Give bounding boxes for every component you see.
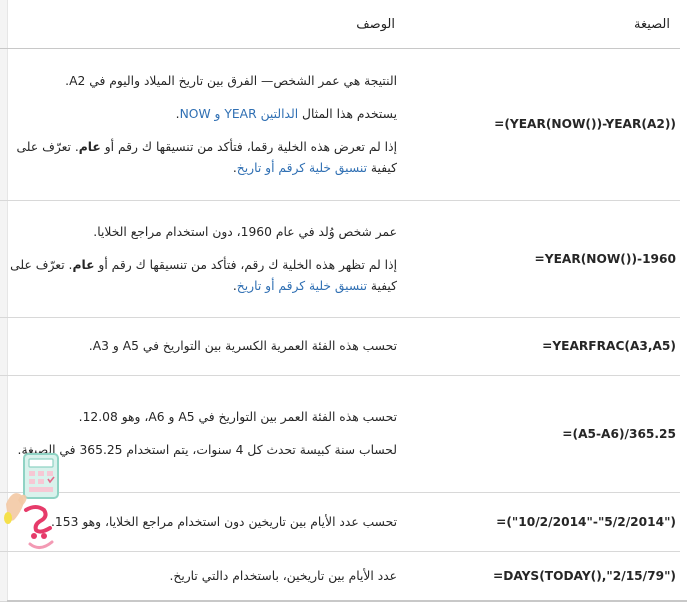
formula-cell: =YEARFRAC(A3,A5) xyxy=(403,317,680,376)
formula-cell: =("10/2/2014"-"5/2/2014") xyxy=(403,492,680,552)
description-text: النتيجة هي عمر الشخص— الفرق بين تاريخ ال… xyxy=(65,73,397,88)
description-paragraph: تحسب هذه الفئة العمرية الكسرية بين التوا… xyxy=(0,336,397,357)
description-text: إذا لم تعرض هذه الخلية رقما، فتأكد من تن… xyxy=(100,139,397,154)
page: الصيغة الوصف =(YEAR(NOW())-YEAR(A2)) الن… xyxy=(0,0,687,602)
table-row: =(A5-A6)/365.25 تحسب هذه الفئة العمر بين… xyxy=(0,375,680,493)
header-formula: الصيغة xyxy=(403,0,680,49)
year-now-functions-link[interactable]: الدالتين YEAR و NOW xyxy=(180,107,299,121)
description-cell: تحسب عدد الأيام بين تاريخين دون استخدام … xyxy=(0,492,403,552)
description-paragraph: تحسب عدد الأيام بين تاريخين دون استخدام … xyxy=(0,512,397,533)
formula-table: الصيغة الوصف =(YEAR(NOW())-YEAR(A2)) الن… xyxy=(0,0,680,602)
description-paragraph: عمر شخص وُلد في عام 1960، دون استخدام مر… xyxy=(0,222,397,243)
table-header-row: الصيغة الوصف xyxy=(0,0,680,49)
description-text: تحسب هذه الفئة العمر بين التواريخ في A5 … xyxy=(78,410,397,424)
general-format-bold: عام xyxy=(78,139,101,154)
description-cell: تحسب هذه الفئة العمرية الكسرية بين التوا… xyxy=(0,317,403,376)
table-row: =("10/2/2014"-"5/2/2014") تحسب عدد الأيا… xyxy=(0,492,680,552)
description-cell: عدد الأيام بين تاريخين، باستخدام دالتي ت… xyxy=(0,551,403,602)
formula-text: =YEARFRAC(A3,A5) xyxy=(542,339,676,353)
description-text: يستخدم هذا المثال xyxy=(298,106,397,121)
formula-cell: =DAYS(TODAY(),"2/15/79") xyxy=(403,551,680,602)
description-text: عمر شخص وُلد في عام 1960، دون استخدام مر… xyxy=(93,224,397,239)
description-text: تحسب هذه الفئة العمرية الكسرية بين التوا… xyxy=(88,339,397,353)
description-paragraph: يستخدم هذا المثال الدالتين YEAR و NOW. xyxy=(0,104,397,125)
header-description: الوصف xyxy=(0,0,403,49)
formula-cell: =YEAR(NOW())-1960 xyxy=(403,200,680,318)
table-row: =YEAR(NOW())-1960 عمر شخص وُلد في عام 19… xyxy=(0,200,680,318)
description-paragraph: تحسب هذه الفئة العمر بين التواريخ في A5 … xyxy=(0,407,397,428)
description-text: إذا لم تظهر هذه الخلية ك رقم، فتأكد من ت… xyxy=(94,257,397,272)
formula-cell: =(YEAR(NOW())-YEAR(A2)) xyxy=(403,48,680,201)
description-text: تحسب عدد الأيام بين تاريخين دون استخدام … xyxy=(51,514,397,529)
formula-text: =("10/2/2014"-"5/2/2014") xyxy=(496,514,676,529)
description-paragraph: لحساب سنة كبيسة تحدث كل 4 سنوات، يتم است… xyxy=(0,440,397,461)
description-cell: عمر شخص وُلد في عام 1960، دون استخدام مر… xyxy=(0,200,403,318)
description-text: لحساب سنة كبيسة تحدث كل 4 سنوات، يتم است… xyxy=(17,443,397,457)
description-cell: النتيجة هي عمر الشخص— الفرق بين تاريخ ال… xyxy=(0,48,403,201)
formula-text: =YEAR(NOW())-1960 xyxy=(534,251,676,266)
description-cell: تحسب هذه الفئة العمر بين التواريخ في A5 … xyxy=(0,375,403,493)
description-text: عدد الأيام بين تاريخين، باستخدام دالتي ت… xyxy=(169,569,397,583)
table-row: =DAYS(TODAY(),"2/15/79") عدد الأيام بين … xyxy=(0,551,680,602)
description-paragraph: النتيجة هي عمر الشخص— الفرق بين تاريخ ال… xyxy=(0,71,397,92)
formula-text: =DAYS(TODAY(),"2/15/79") xyxy=(493,569,676,583)
general-format-bold: عام xyxy=(72,257,95,272)
formula-cell: =(A5-A6)/365.25 xyxy=(403,375,680,493)
table-row: =YEARFRAC(A3,A5) تحسب هذه الفئة العمرية … xyxy=(0,317,680,376)
description-paragraph: عدد الأيام بين تاريخين، باستخدام دالتي ت… xyxy=(0,566,397,587)
description-paragraph: إذا لم تظهر هذه الخلية ك رقم، فتأكد من ت… xyxy=(0,255,397,297)
format-cell-link[interactable]: تنسيق خلية كرقم أو تاريخ xyxy=(237,161,367,175)
format-cell-link[interactable]: تنسيق خلية كرقم أو تاريخ xyxy=(237,279,367,293)
table-row: =(YEAR(NOW())-YEAR(A2)) النتيجة هي عمر ا… xyxy=(0,48,680,201)
formula-text: =(A5-A6)/365.25 xyxy=(562,426,676,441)
formula-text: =(YEAR(NOW())-YEAR(A2)) xyxy=(494,117,676,131)
description-paragraph: إذا لم تعرض هذه الخلية رقما، فتأكد من تن… xyxy=(0,137,398,179)
